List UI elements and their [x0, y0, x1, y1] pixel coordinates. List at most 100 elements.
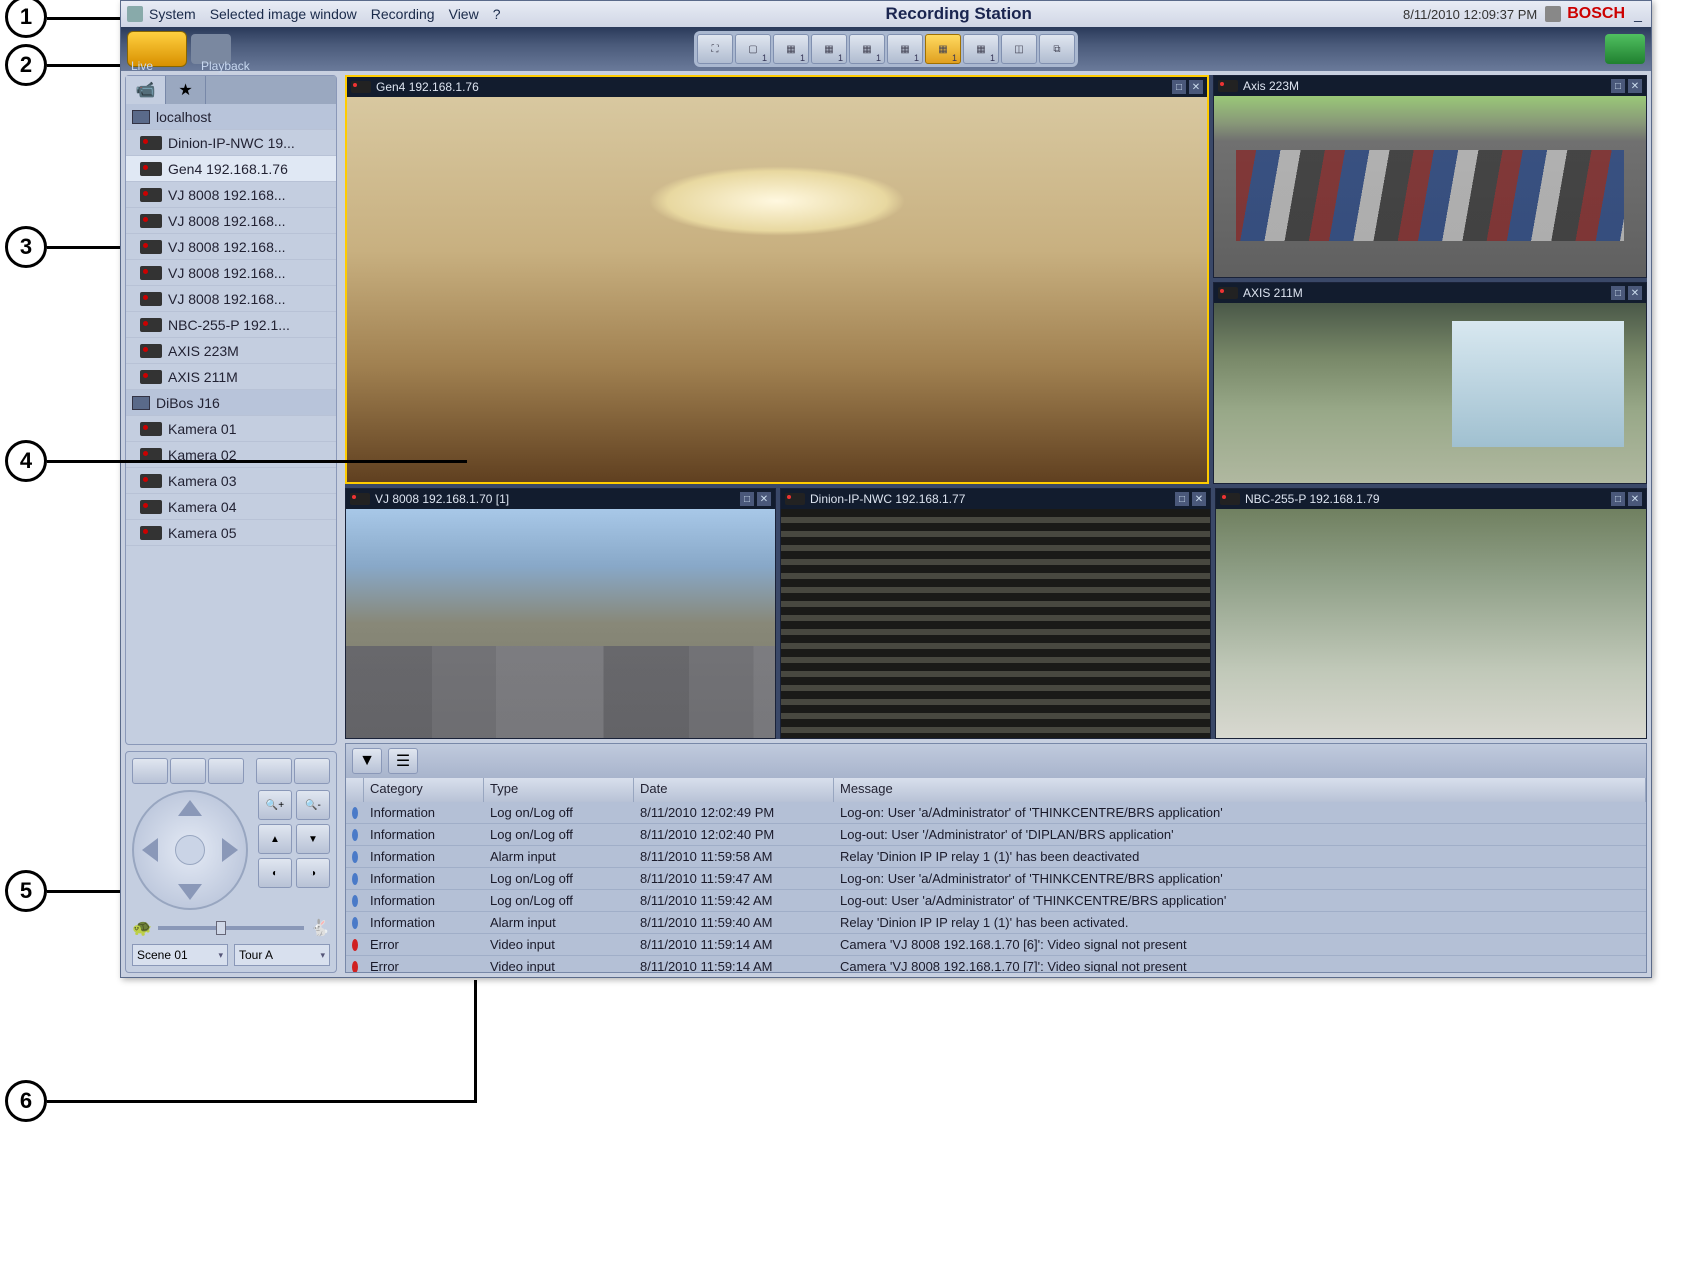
tree-camera[interactable]: AXIS 211M — [126, 364, 336, 390]
ptz-tab-3[interactable] — [208, 758, 244, 784]
tree-camera[interactable]: VJ 8008 192.168... — [126, 234, 336, 260]
tile-header: AXIS 211M□✕ — [1214, 283, 1646, 303]
tree-host[interactable]: DiBos J16 — [126, 390, 336, 416]
log-col-date[interactable]: Date — [634, 778, 834, 802]
menu-system[interactable]: System — [149, 6, 196, 22]
scene-select[interactable]: Scene 01 — [132, 944, 228, 966]
tile-close-button[interactable]: ✕ — [1628, 492, 1642, 506]
tree-camera[interactable]: Kamera 01 — [126, 416, 336, 442]
layout-seq-button[interactable]: ⧉ — [1039, 34, 1075, 64]
log-cell-date: 8/11/2010 12:02:40 PM — [634, 827, 834, 842]
tile-close-button[interactable]: ✕ — [757, 492, 771, 506]
log-col-type[interactable]: Type — [484, 778, 634, 802]
tree-camera[interactable]: VJ 8008 192.168... — [126, 260, 336, 286]
device-tree[interactable]: localhostDinion-IP-NWC 19...Gen4 192.168… — [126, 104, 336, 604]
tile-maximize-button[interactable]: □ — [740, 492, 754, 506]
tile-close-button[interactable]: ✕ — [1189, 80, 1203, 94]
log-row[interactable]: InformationLog on/Log off8/11/2010 11:59… — [346, 890, 1646, 912]
layout-3x3-button[interactable]: ▦ — [811, 34, 847, 64]
tile-title: Axis 223M — [1243, 79, 1299, 93]
tree-camera[interactable]: VJ 8008 192.168... — [126, 182, 336, 208]
video-tile-b2[interactable]: Dinion-IP-NWC 192.168.1.77□✕ — [780, 488, 1211, 739]
log-row[interactable]: InformationLog on/Log off8/11/2010 12:02… — [346, 802, 1646, 824]
layout-1x1-button[interactable]: ▢ — [735, 34, 771, 64]
ptz-panel: 🔍+ 🔍- ▲ ▼ ◐ ◑ 🐢 🐇 Scene 01 Tour A — [125, 751, 337, 973]
camera-icon — [140, 292, 162, 306]
tree-camera[interactable]: Kamera 03 — [126, 468, 336, 494]
layout-5x5-button[interactable]: ▦ — [887, 34, 923, 64]
tree-camera[interactable]: Kamera 05 — [126, 520, 336, 546]
video-tile-b3[interactable]: NBC-255-P 192.168.1.79□✕ — [1215, 488, 1647, 739]
ptz-tab-2[interactable] — [170, 758, 206, 784]
tile-maximize-button[interactable]: □ — [1611, 286, 1625, 300]
video-tile-r2[interactable]: AXIS 211M□✕ — [1213, 282, 1647, 484]
layout-fullscreen-button[interactable]: ⛶ — [697, 34, 733, 64]
tree-camera[interactable]: Dinion-IP-NWC 19... — [126, 130, 336, 156]
ptz-zoom-out-button[interactable]: 🔍- — [296, 790, 330, 820]
ptz-down-button[interactable] — [178, 884, 202, 900]
ptz-dpad[interactable] — [132, 790, 248, 910]
tree-camera[interactable]: NBC-255-P 192.1... — [126, 312, 336, 338]
ptz-focus-far-button[interactable]: ▼ — [296, 824, 330, 854]
ptz-speed-slider[interactable]: 🐢 🐇 — [132, 918, 330, 938]
layout-pip-button[interactable]: ◫ — [1001, 34, 1037, 64]
menu-view[interactable]: View — [449, 6, 479, 22]
tree-camera[interactable]: AXIS 223M — [126, 338, 336, 364]
tree-camera[interactable]: Kamera 04 — [126, 494, 336, 520]
log-list-button[interactable]: ☰ — [388, 748, 418, 774]
log-row[interactable]: InformationAlarm input8/11/2010 11:59:58… — [346, 846, 1646, 868]
camera-icon — [140, 474, 162, 488]
record-status-button[interactable] — [1605, 34, 1645, 64]
ptz-iris-open-button[interactable]: ◐ — [258, 858, 292, 888]
menu-recording[interactable]: Recording — [371, 6, 435, 22]
menu-help[interactable]: ? — [493, 6, 501, 22]
tree-camera[interactable]: VJ 8008 192.168... — [126, 208, 336, 234]
tile-close-button[interactable]: ✕ — [1628, 286, 1642, 300]
tree-tab-devices[interactable]: 📹 — [126, 76, 166, 104]
tile-close-button[interactable]: ✕ — [1628, 79, 1642, 93]
tile-close-button[interactable]: ✕ — [1192, 492, 1206, 506]
log-col-category[interactable]: Category — [364, 778, 484, 802]
video-tile-r1[interactable]: Axis 223M □✕ — [1213, 75, 1647, 278]
ptz-center-button[interactable] — [175, 835, 205, 865]
tile-maximize-button[interactable]: □ — [1172, 80, 1186, 94]
tile-maximize-button[interactable]: □ — [1611, 79, 1625, 93]
log-col-message[interactable]: Message — [834, 778, 1646, 802]
video-scene — [346, 509, 775, 738]
tree-host[interactable]: localhost — [126, 104, 336, 130]
log-row[interactable]: InformationLog on/Log off8/11/2010 12:02… — [346, 824, 1646, 846]
log-body[interactable]: InformationLog on/Log off8/11/2010 12:02… — [346, 802, 1646, 972]
minimize-button[interactable]: _ — [1631, 6, 1645, 22]
layout-1plus5-button[interactable]: ▦ — [925, 34, 961, 64]
ptz-right-button[interactable] — [222, 838, 238, 862]
ptz-tab-5[interactable] — [294, 758, 330, 784]
menu-selected-image-window[interactable]: Selected image window — [210, 6, 357, 22]
tree-tab-favorites[interactable]: ★ — [166, 76, 206, 104]
camera-icon — [1218, 80, 1238, 92]
layout-1plus7-button[interactable]: ▦ — [963, 34, 999, 64]
tour-select[interactable]: Tour A — [234, 944, 330, 966]
ptz-zoom-in-button[interactable]: 🔍+ — [258, 790, 292, 820]
layout-4x4-button[interactable]: ▦ — [849, 34, 885, 64]
ptz-up-button[interactable] — [178, 800, 202, 816]
log-row[interactable]: ErrorVideo input8/11/2010 11:59:14 AMCam… — [346, 934, 1646, 956]
ptz-tab-4[interactable] — [256, 758, 292, 784]
ptz-focus-near-button[interactable]: ▲ — [258, 824, 292, 854]
log-row[interactable]: InformationLog on/Log off8/11/2010 11:59… — [346, 868, 1646, 890]
log-row[interactable]: InformationAlarm input8/11/2010 11:59:40… — [346, 912, 1646, 934]
tree-camera[interactable]: Gen4 192.168.1.76 — [126, 156, 336, 182]
log-cell-category: Information — [364, 827, 484, 842]
log-filter-button[interactable]: ▼ — [352, 748, 382, 774]
layout-2x2-button[interactable]: ▦ — [773, 34, 809, 64]
ptz-left-button[interactable] — [142, 838, 158, 862]
log-row[interactable]: ErrorVideo input8/11/2010 11:59:14 AMCam… — [346, 956, 1646, 972]
video-tile-main[interactable]: Gen4 192.168.1.76□✕ — [345, 75, 1209, 484]
tree-camera[interactable]: Kamera 02 — [126, 442, 336, 468]
ptz-iris-close-button[interactable]: ◑ — [296, 858, 330, 888]
video-scene — [347, 97, 1207, 482]
tree-camera[interactable]: VJ 8008 192.168... — [126, 286, 336, 312]
tile-maximize-button[interactable]: □ — [1175, 492, 1189, 506]
video-tile-b1[interactable]: VJ 8008 192.168.1.70 [1]□✕ — [345, 488, 776, 739]
tile-maximize-button[interactable]: □ — [1611, 492, 1625, 506]
ptz-tab-1[interactable] — [132, 758, 168, 784]
